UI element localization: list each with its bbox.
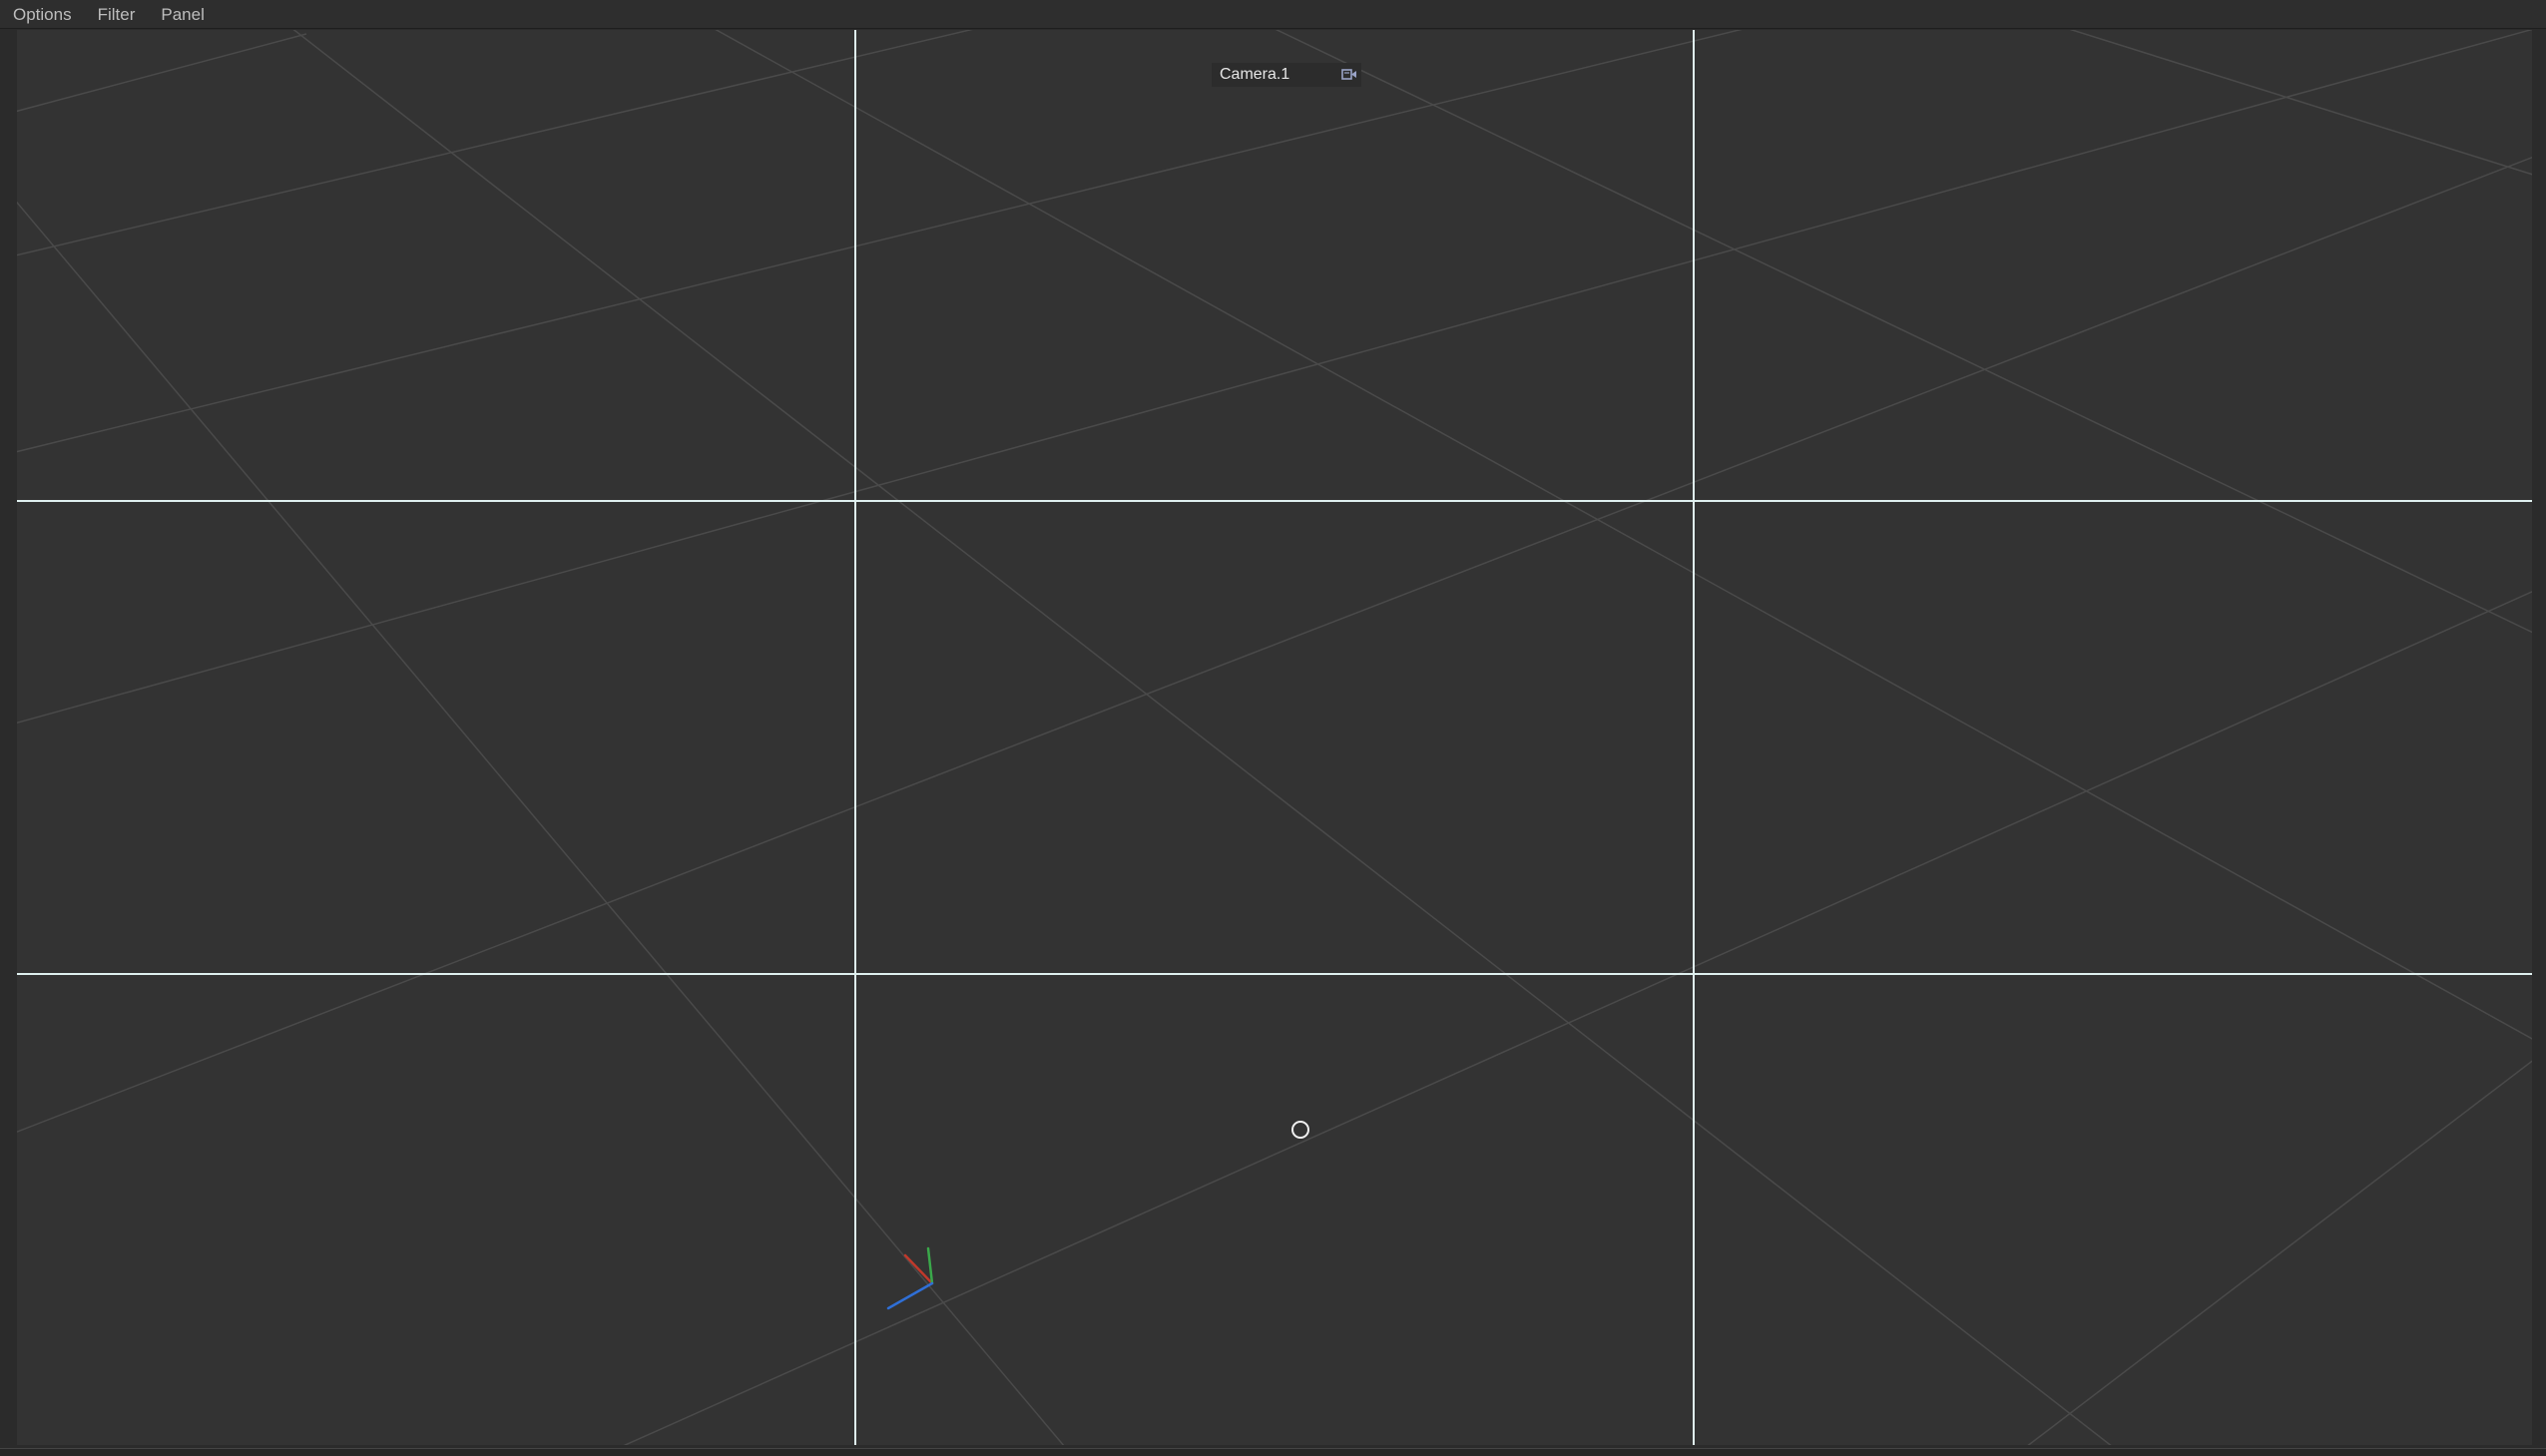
grid-line — [715, 30, 2532, 1040]
viewport-scene — [17, 30, 2532, 1445]
menu-options[interactable]: Options — [0, 0, 85, 29]
menu-bar: Options Filter Panel — [0, 0, 2546, 29]
camera-icon[interactable] — [1341, 67, 1357, 83]
grid-line — [17, 30, 1743, 453]
status-strip — [0, 1448, 2546, 1456]
grid-line — [17, 30, 2532, 725]
viewport-area: Camera.1 — [0, 29, 2546, 1448]
x-axis — [903, 1253, 934, 1285]
3d-viewport[interactable]: Camera.1 — [17, 30, 2532, 1445]
menu-filter[interactable]: Filter — [85, 0, 149, 29]
grid-line — [2027, 1060, 2532, 1445]
floor-grid — [17, 30, 2532, 1445]
camera-label: Camera.1 — [1220, 66, 1290, 83]
grid-line — [17, 30, 973, 256]
thirds-guides — [17, 30, 2532, 1445]
grid-line — [1274, 30, 2532, 634]
grid-line — [17, 156, 2532, 1133]
camera-selector[interactable]: Camera.1 — [1212, 63, 1361, 87]
grid-line — [292, 30, 2112, 1445]
grid-line — [623, 591, 2532, 1445]
grid-line — [2069, 30, 2532, 176]
cursor-ring — [1291, 1121, 1309, 1139]
grid-line — [17, 33, 307, 113]
axis-gizmo — [886, 1246, 934, 1310]
menu-panel[interactable]: Panel — [148, 0, 217, 29]
z-axis — [886, 1281, 934, 1310]
